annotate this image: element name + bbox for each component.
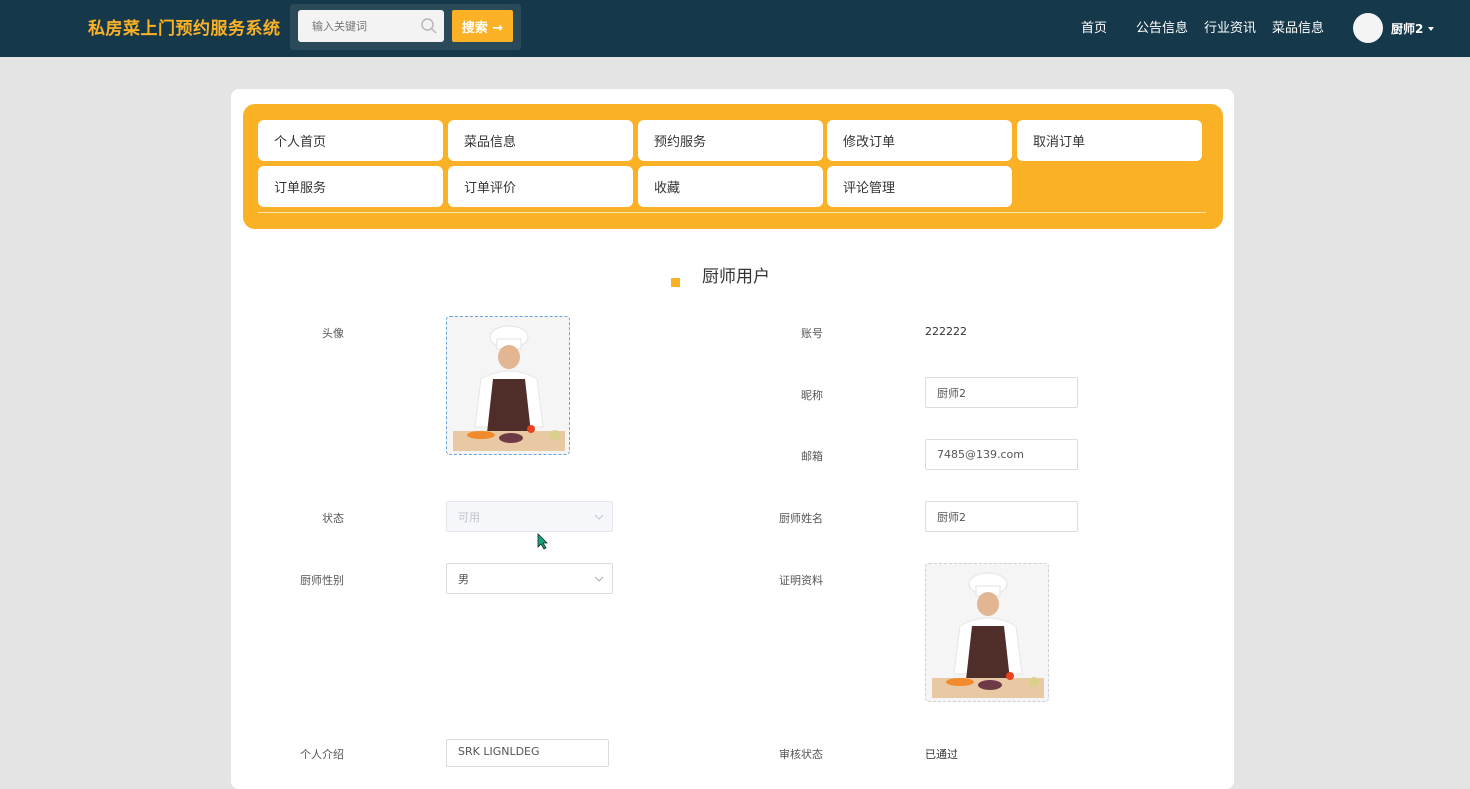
menu-item-order-service[interactable]: 订单服务 (258, 166, 443, 207)
certificate-upload[interactable] (925, 563, 1049, 702)
avatar-upload[interactable] (446, 316, 570, 455)
menu-item-order-review[interactable]: 订单评价 (448, 166, 633, 207)
user-name[interactable]: 厨师2 (1391, 20, 1423, 37)
certificate-photo (926, 564, 1048, 701)
gender-label: 厨师性别 (300, 574, 344, 587)
top-navbar: 私房菜上门预约服务系统 搜索 → 首页 公告信息 行业资讯 菜品信息 厨师2 (0, 0, 1470, 57)
intro-textarea[interactable]: SRK LIGNLDEG (446, 739, 609, 767)
menu-item-dishes[interactable]: 菜品信息 (448, 120, 633, 161)
nav-dishes[interactable]: 菜品信息 (1272, 17, 1324, 36)
menu-item-personal-home[interactable]: 个人首页 (258, 120, 443, 161)
status-label: 状态 (322, 512, 344, 525)
audit-label: 审核状态 (779, 748, 823, 761)
audit-value: 已通过 (925, 748, 958, 761)
chevron-down-icon (594, 514, 604, 520)
gender-select[interactable]: 男 (446, 563, 613, 594)
menu-item-cancel-order[interactable]: 取消订单 (1017, 120, 1202, 161)
nav-industry-news[interactable]: 行业资讯 (1204, 17, 1256, 36)
chef-name-input[interactable] (925, 501, 1078, 532)
nav-announcements[interactable]: 公告信息 (1136, 17, 1188, 36)
menu-divider (258, 212, 1206, 213)
search-bar: 搜索 → (290, 4, 521, 50)
nickname-input[interactable] (925, 377, 1078, 408)
menu-item-modify-order[interactable]: 修改订单 (827, 120, 1012, 161)
menu-item-favorites[interactable]: 收藏 (638, 166, 823, 207)
chevron-down-icon[interactable] (1428, 27, 1434, 31)
mouse-cursor-icon (537, 533, 548, 550)
brand-title[interactable]: 私房菜上门预约服务系统 (88, 14, 281, 39)
menu-item-booking[interactable]: 预约服务 (638, 120, 823, 161)
certificate-label: 证明资料 (779, 574, 823, 587)
account-value: 222222 (925, 325, 967, 338)
status-select[interactable]: 可用 (446, 501, 613, 532)
account-label: 账号 (801, 327, 823, 340)
search-icon[interactable] (420, 17, 438, 35)
intro-label: 个人介绍 (300, 748, 344, 761)
email-input[interactable] (925, 439, 1078, 470)
menu-item-comment-management[interactable]: 评论管理 (827, 166, 1012, 207)
title-marker (671, 278, 680, 287)
status-value: 可用 (458, 510, 480, 524)
chevron-down-icon (594, 576, 604, 582)
section-title: 厨师用户 (702, 267, 770, 287)
chef-name-label: 厨师姓名 (779, 512, 823, 525)
user-avatar[interactable] (1353, 13, 1383, 43)
gender-value: 男 (458, 572, 469, 586)
email-label: 邮箱 (801, 450, 823, 463)
nickname-label: 昵称 (801, 389, 823, 402)
nav-home[interactable]: 首页 (1081, 17, 1107, 36)
search-button[interactable]: 搜索 → (452, 10, 513, 42)
chef-photo (447, 317, 569, 454)
avatar-label: 头像 (322, 327, 344, 340)
